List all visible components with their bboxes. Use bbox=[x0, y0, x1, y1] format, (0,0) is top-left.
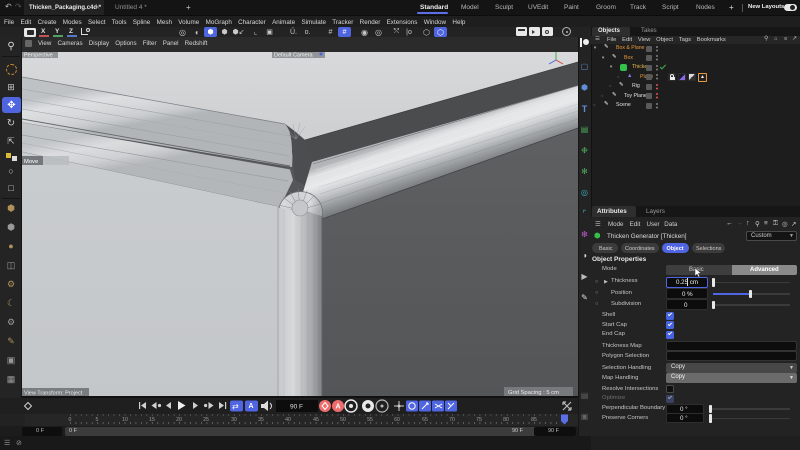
svg-text:Default Camera: Default Camera bbox=[274, 53, 313, 59]
svg-text:40: 40 bbox=[285, 417, 291, 423]
svg-text:85: 85 bbox=[531, 417, 537, 423]
svg-text:Move: Move bbox=[24, 159, 38, 165]
svg-text:5: 5 bbox=[96, 417, 99, 423]
svg-text:80: 80 bbox=[503, 417, 509, 423]
svg-text:75: 75 bbox=[476, 417, 482, 423]
svg-text:55: 55 bbox=[367, 417, 373, 423]
svg-text:A: A bbox=[249, 403, 254, 410]
svg-text:25: 25 bbox=[203, 417, 209, 423]
svg-text:Perspective: Perspective bbox=[24, 53, 53, 59]
svg-text:20: 20 bbox=[176, 417, 182, 423]
svg-text:60: 60 bbox=[394, 417, 400, 423]
svg-text:35: 35 bbox=[258, 417, 264, 423]
svg-text:90 F: 90 F bbox=[290, 404, 303, 411]
svg-text:70: 70 bbox=[449, 417, 455, 423]
svg-text:A: A bbox=[336, 404, 341, 411]
svg-text:⇄: ⇄ bbox=[232, 402, 239, 411]
